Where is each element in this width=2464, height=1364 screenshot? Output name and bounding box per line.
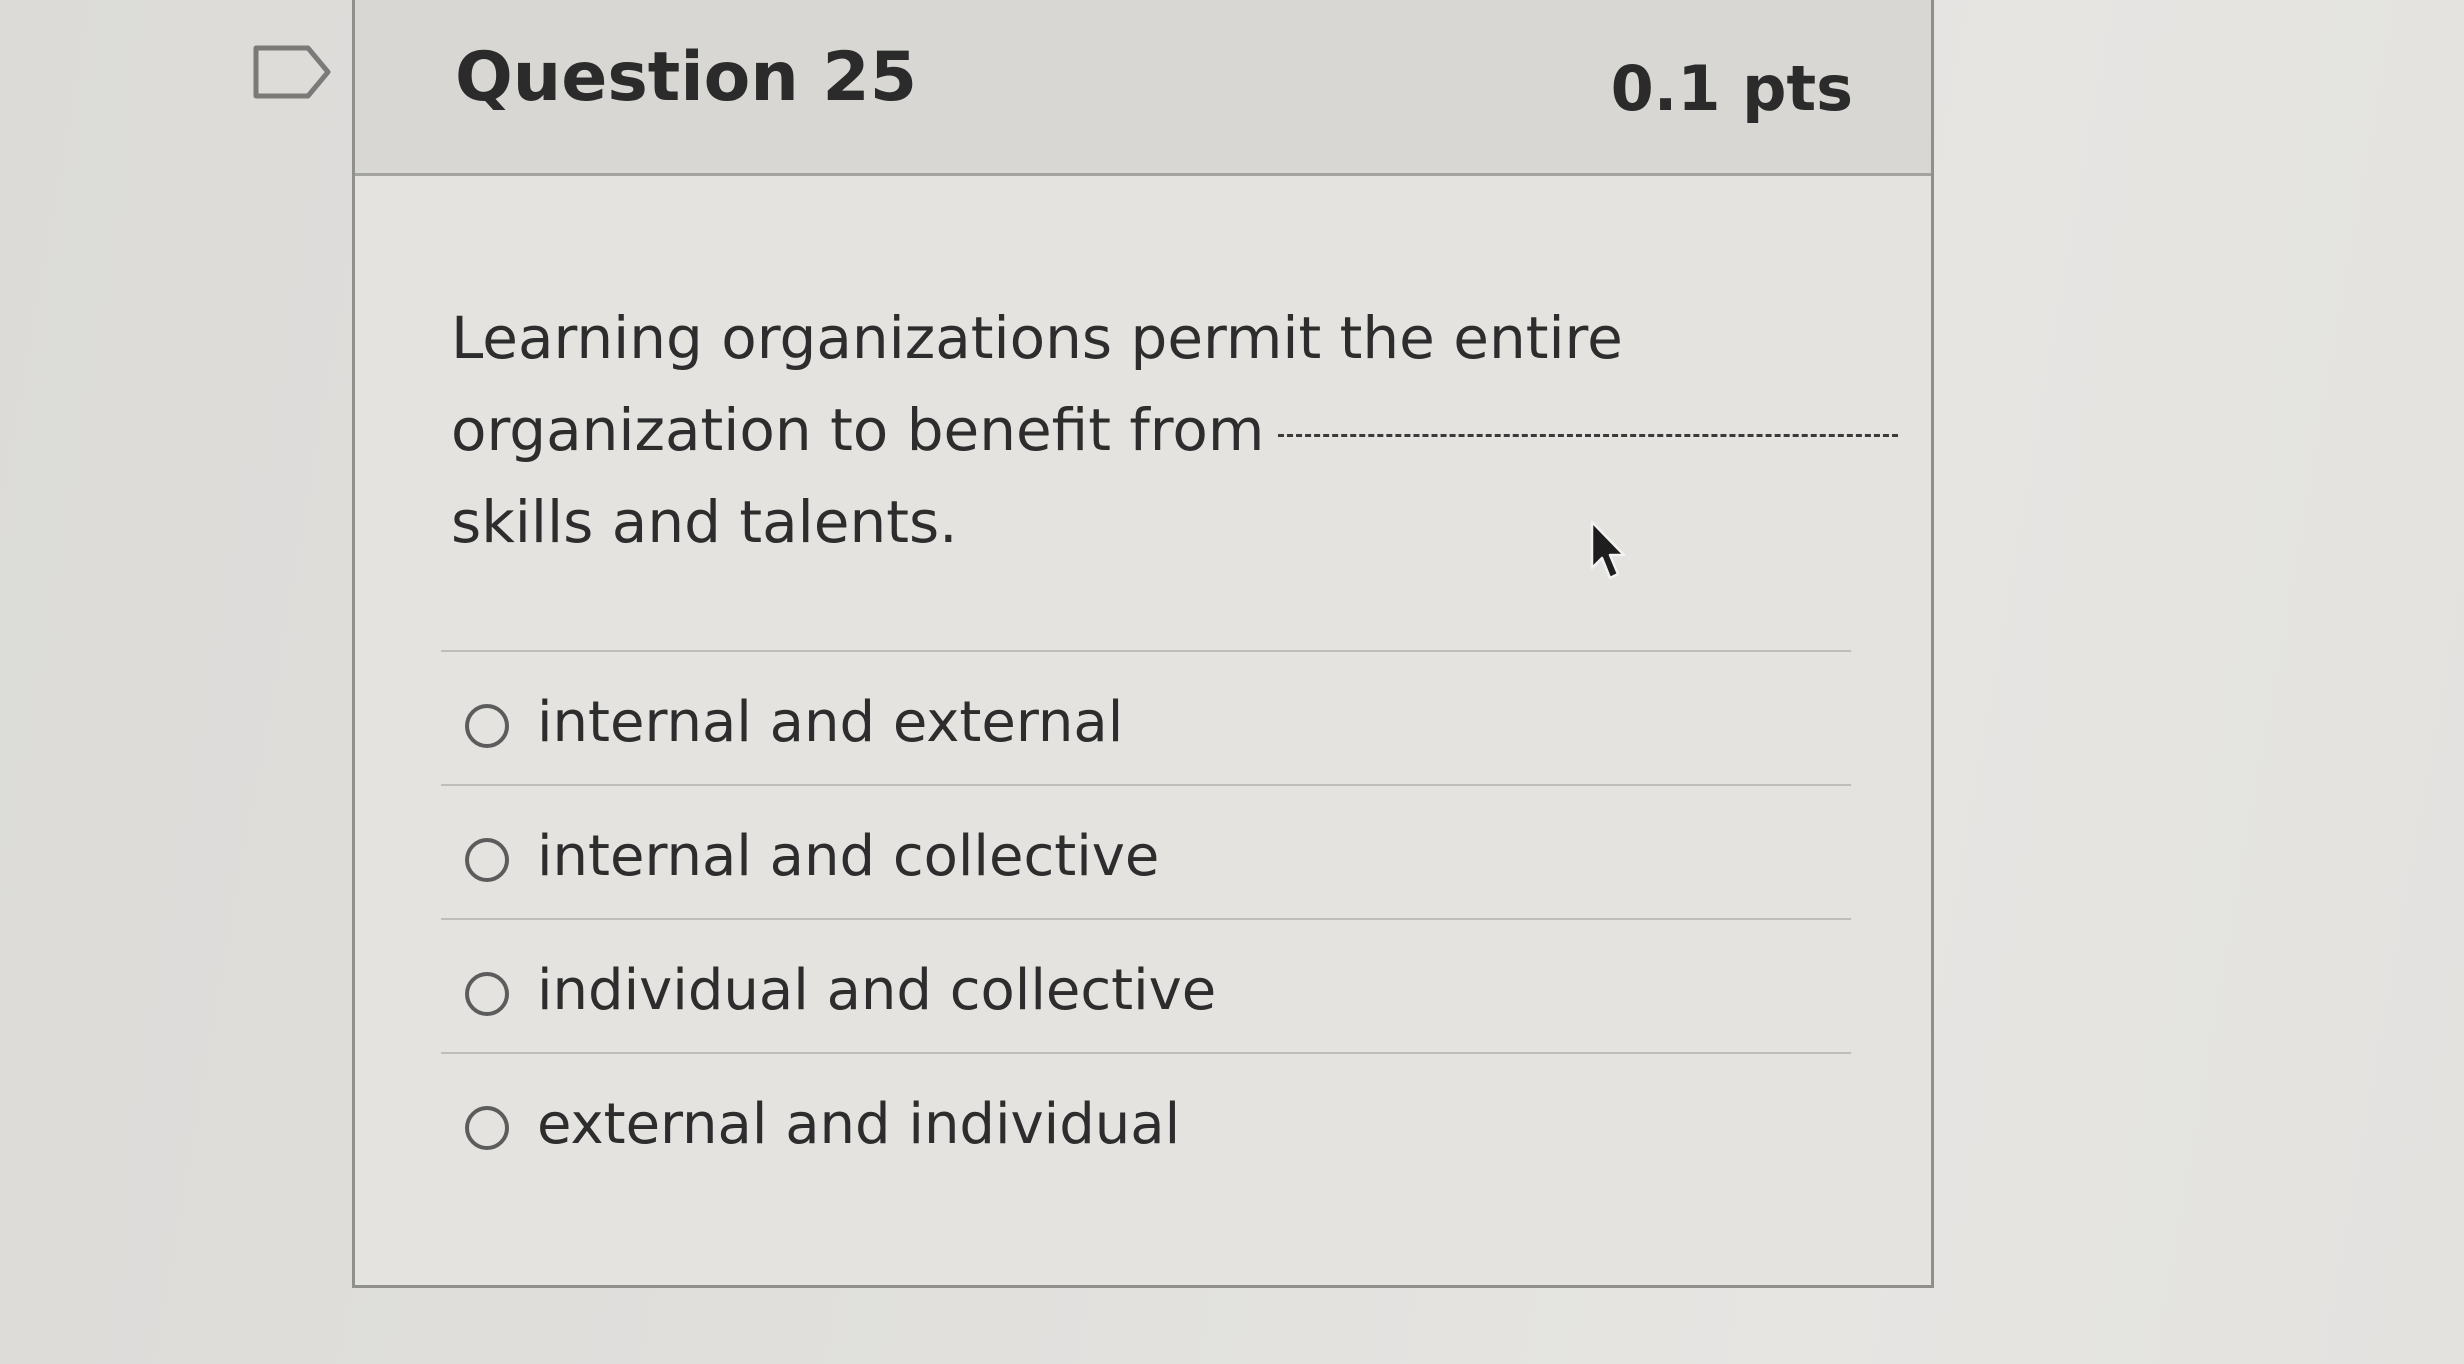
answer-label-3[interactable]: individual and collective [537, 958, 1216, 1023]
question-text: Learning organizations permit the entire… [451, 292, 1899, 568]
answer-label-2[interactable]: internal and collective [537, 824, 1159, 889]
radio-button-answer-3[interactable] [465, 972, 509, 1016]
answer-option-4[interactable]: external and individual [441, 1052, 1851, 1186]
radio-button-answer-4[interactable] [465, 1106, 509, 1150]
answer-option-3[interactable]: individual and collective [441, 918, 1851, 1052]
question-header: Question 25 0.1 pts [355, 0, 1931, 176]
question-points: 0.1 pts [1610, 52, 1853, 125]
question-title: Question 25 [455, 38, 918, 117]
answer-label-1[interactable]: internal and external [537, 690, 1123, 755]
question-text-line-2-text: organization to benefit from [451, 396, 1265, 464]
answer-list: internal and external internal and colle… [441, 650, 1851, 1186]
answer-label-4[interactable]: external and individual [537, 1092, 1180, 1157]
answer-option-1[interactable]: internal and external [441, 650, 1851, 784]
question-text-line-1: Learning organizations permit the entire [451, 304, 1623, 372]
radio-button-answer-1[interactable] [465, 704, 509, 748]
mouse-pointer-icon [1590, 520, 1626, 580]
answer-option-2[interactable]: internal and collective [441, 784, 1851, 918]
radio-button-answer-2[interactable] [465, 838, 509, 882]
question-text-line-3: skills and talents. [451, 488, 958, 556]
fill-in-blank [1278, 430, 1899, 438]
question-card: Question 25 0.1 pts Learning organizatio… [352, 0, 1934, 1288]
flag-question-icon[interactable] [252, 44, 332, 100]
question-text-line-2: organization to benefit from [451, 384, 1899, 476]
